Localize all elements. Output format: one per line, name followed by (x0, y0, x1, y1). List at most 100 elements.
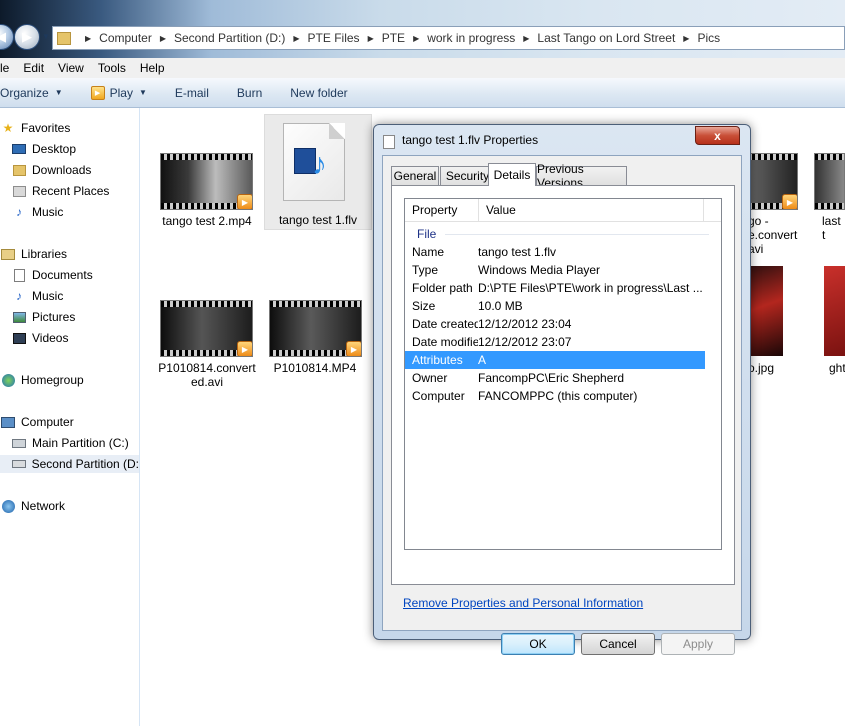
dialog-title: tango test 1.flv Properties (402, 133, 539, 147)
menu-help[interactable]: Help (133, 61, 172, 75)
property-label: Name (412, 245, 445, 259)
property-row-owner[interactable]: Owner FancompPC\Eric Shepherd (405, 369, 705, 387)
file-name[interactable]: go - e.convert avi (748, 214, 797, 256)
property-row-folder-path[interactable]: Folder path D:\PTE Files\PTE\work in pro… (405, 279, 705, 297)
apply-button[interactable]: Apply (661, 633, 735, 655)
property-value[interactable]: tango test 1.flv (478, 245, 705, 259)
property-value[interactable]: 12/12/2012 23:07 (478, 335, 705, 349)
file-name[interactable]: last t (822, 214, 845, 242)
video-thumbnail[interactable]: ▶ (160, 153, 253, 210)
nav-downloads[interactable]: Downloads (11, 161, 91, 179)
menu-file[interactable]: le (0, 61, 16, 75)
email-button[interactable]: E-mail (175, 86, 209, 100)
video-thumbnail[interactable]: ▶ (269, 300, 362, 357)
file-name[interactable]: ght (829, 361, 845, 375)
breadcrumb-pte[interactable]: PTE (382, 31, 405, 45)
selected-file-item[interactable]: ♪ tango test 1.flv (264, 114, 372, 230)
film-strip (161, 301, 252, 307)
file-name[interactable]: o.jpg (748, 361, 774, 375)
file-name-line: e.convert (748, 228, 798, 242)
nav-label: Favorites (21, 121, 71, 135)
tab-security[interactable]: Security (440, 166, 495, 185)
breadcrumb-separator-icon[interactable]: ▶ (413, 34, 419, 43)
tab-general[interactable]: General (391, 166, 439, 185)
burn-button[interactable]: Burn (237, 86, 262, 100)
breadcrumb-separator-icon[interactable]: ▶ (523, 34, 529, 43)
file-name[interactable]: P1010814.MP4 (256, 361, 374, 375)
nav-music[interactable]: ♪ Music (11, 203, 63, 221)
nav-libraries[interactable]: Libraries (0, 245, 67, 263)
image-thumbnail[interactable] (824, 266, 845, 356)
remove-properties-link[interactable]: Remove Properties and Personal Informati… (403, 596, 643, 610)
nav-network[interactable]: Network (0, 497, 65, 515)
video-thumbnail[interactable] (814, 153, 845, 210)
property-row-date-modified[interactable]: Date modified 12/12/2012 23:07 (405, 333, 705, 351)
organize-button[interactable]: Organize ▼ (0, 86, 63, 100)
breadcrumb-separator-icon[interactable]: ▶ (293, 34, 299, 43)
video-thumbnail[interactable]: ▶ (160, 300, 253, 357)
tab-previous-versions[interactable]: Previous Versions (536, 162, 627, 190)
breadcrumb-last-tango[interactable]: Last Tango on Lord Street (537, 31, 675, 45)
property-row-type[interactable]: Type Windows Media Player (405, 261, 705, 279)
breadcrumb-second-partition[interactable]: Second Partition (D:) (174, 31, 285, 45)
nav-videos[interactable]: Videos (11, 329, 68, 347)
nav-favorites[interactable]: ★ Favorites (0, 119, 71, 137)
recent-pages-chevron-icon[interactable]: ▼ (42, 32, 50, 41)
breadcrumb-separator-icon[interactable]: ▶ (683, 34, 689, 43)
property-value: D:\PTE Files\PTE\work in progress\Last .… (478, 281, 703, 295)
nav-recent-places[interactable]: Recent Places (11, 182, 109, 200)
nav-desktop[interactable]: Desktop (11, 140, 76, 158)
nav-label: Network (21, 499, 66, 513)
play-badge-icon: ▶ (346, 341, 361, 356)
nav-library-music[interactable]: ♪ Music (11, 287, 63, 305)
column-divider[interactable] (703, 199, 704, 221)
ok-button[interactable]: OK (501, 633, 575, 655)
property-value[interactable]: A (478, 353, 705, 367)
forward-button[interactable]: ▶ (14, 24, 40, 50)
property-row-computer[interactable]: Computer FANCOMPPC (this computer) (405, 387, 705, 405)
back-arrow-icon: ◀ (0, 29, 6, 44)
property-row-name[interactable]: Name tango test 1.flv (405, 243, 705, 261)
property-row-attributes[interactable]: Attributes A (405, 351, 705, 369)
nav-computer[interactable]: Computer (0, 413, 74, 431)
address-bar[interactable]: ▶ Computer ▶ Second Partition (D:) ▶ PTE… (52, 26, 845, 50)
properties-list[interactable]: Property Value File Name tango test 1.fl… (404, 198, 722, 550)
new-folder-button[interactable]: New folder (290, 86, 347, 100)
breadcrumb-separator-icon[interactable]: ▶ (368, 34, 374, 43)
page-fold (329, 123, 345, 139)
nav-documents[interactable]: Documents (11, 266, 93, 284)
breadcrumb-pics[interactable]: Pics (697, 31, 720, 45)
menu-tools[interactable]: Tools (91, 61, 133, 75)
breadcrumb-pte-files[interactable]: PTE Files (308, 31, 360, 45)
tab-details[interactable]: Details (488, 163, 536, 186)
nav-homegroup[interactable]: Homegroup (0, 371, 84, 389)
property-value[interactable]: 12/12/2012 23:04 (478, 317, 705, 331)
property-row-date-created[interactable]: Date created 12/12/2012 23:04 (405, 315, 705, 333)
film-strip (815, 154, 844, 160)
property-label: Size (412, 299, 436, 313)
file-name[interactable]: tango test 2.mp4 (148, 214, 266, 228)
menu-view[interactable]: View (51, 61, 91, 75)
play-icon: ▶ (90, 85, 105, 100)
nav-second-partition[interactable]: Second Partition (D: (0, 455, 139, 473)
burn-label: Burn (236, 85, 263, 100)
cancel-button[interactable]: Cancel (581, 633, 655, 655)
windows-drive-icon (11, 436, 27, 450)
video-thumbnail[interactable]: ▶ (745, 153, 798, 210)
breadcrumb-computer[interactable]: Computer (99, 31, 152, 45)
pictures-icon (11, 310, 27, 324)
nav-pictures[interactable]: Pictures (11, 308, 75, 326)
navigation-pane: ★ Favorites Desktop Downloads Recent Pla… (0, 108, 140, 726)
column-header-property[interactable]: Property (405, 199, 478, 221)
column-header-value[interactable]: Value (479, 199, 703, 221)
menu-edit[interactable]: Edit (16, 61, 51, 75)
file-name[interactable]: P1010814.convert ed.avi (148, 361, 266, 389)
property-row-size[interactable]: Size 10.0 MB (405, 297, 705, 315)
close-button[interactable]: x (695, 126, 740, 145)
breadcrumb-separator-icon[interactable]: ▶ (85, 34, 91, 43)
nav-main-partition[interactable]: Main Partition (C:) (11, 434, 129, 452)
play-button[interactable]: ▶ Play ▼ (90, 85, 147, 100)
breadcrumb-work-in-progress[interactable]: work in progress (427, 31, 515, 45)
breadcrumb-separator-icon[interactable]: ▶ (160, 34, 166, 43)
back-button[interactable]: ◀ (0, 24, 14, 50)
